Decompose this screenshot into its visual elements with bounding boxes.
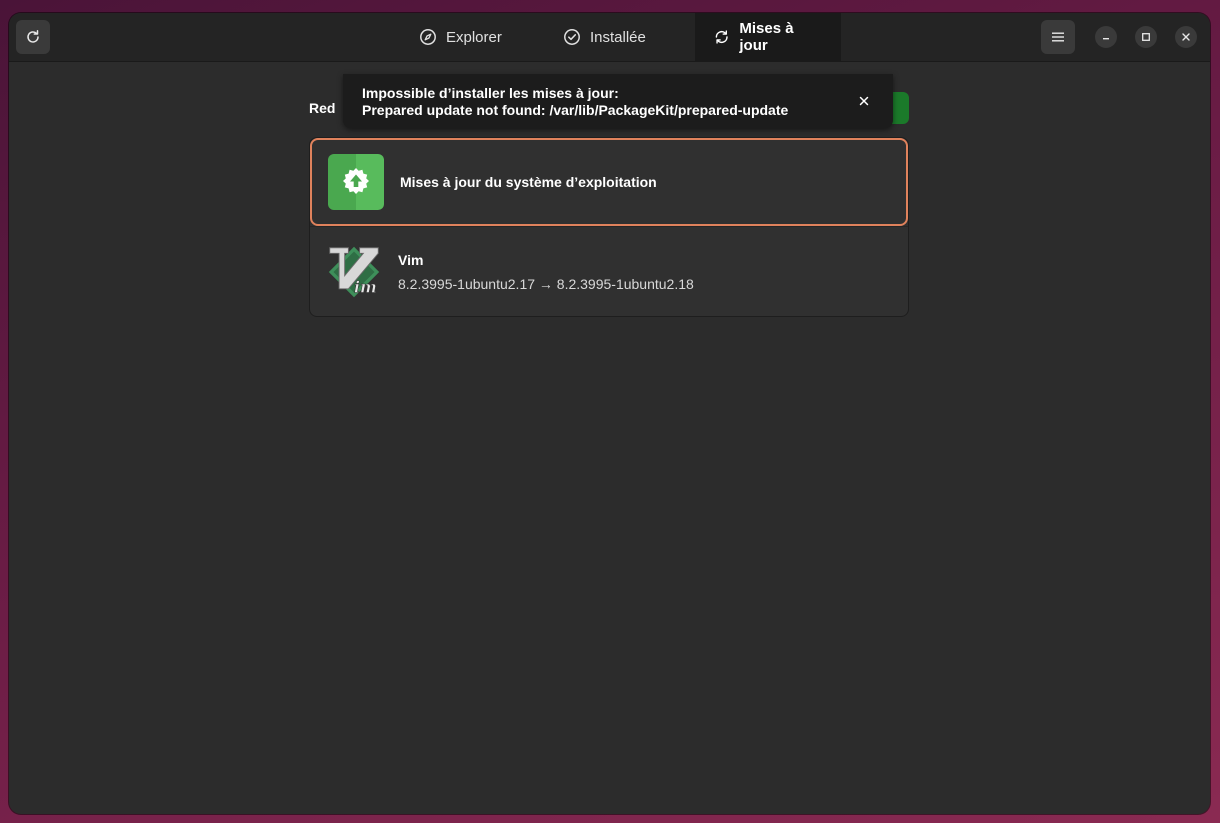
- refresh-button[interactable]: [16, 20, 50, 54]
- row-text: Vim 8.2.3995-1ubuntu2.17 → 8.2.3995-1ubu…: [398, 252, 694, 292]
- minimize-button[interactable]: [1095, 26, 1117, 48]
- main-menu-button[interactable]: [1041, 20, 1075, 54]
- item-title: Vim: [398, 251, 424, 268]
- list-item-vim[interactable]: im Vim 8.2.3995-1ubuntu2.17 → 8.2.3995-1…: [310, 226, 908, 316]
- os-update-icon: [328, 154, 384, 210]
- hamburger-menu-icon: [1052, 32, 1064, 42]
- maximize-icon: [1142, 33, 1150, 41]
- refresh-icon: [27, 30, 39, 43]
- item-title: Mises à jour du système d’exploitation: [400, 174, 657, 190]
- vim-icon: im: [326, 244, 382, 300]
- toast-line: Prepared update not found: /var/lib/Pack…: [362, 102, 789, 118]
- toast-message: Impossible d’installer les mises à jour:…: [362, 85, 788, 119]
- tab-installed[interactable]: Installée: [545, 13, 695, 61]
- minimize-icon: [1103, 38, 1109, 40]
- close-icon: [1182, 33, 1190, 41]
- list-item-os-updates[interactable]: Mises à jour du système d’exploitation: [310, 138, 908, 226]
- tab-label: Mises à jour: [739, 20, 794, 54]
- tab-explorer[interactable]: Explorer: [403, 13, 545, 61]
- row-text: Mises à jour du système d’exploitation: [400, 174, 657, 190]
- section-title: Red: [309, 100, 336, 116]
- software-window: Explorer Installée Mises à jour Red Mise…: [9, 13, 1210, 814]
- toast-line: Impossible d’installer les mises à jour:: [362, 85, 619, 101]
- svg-text:im: im: [354, 277, 377, 296]
- item-version: 8.2.3995-1ubuntu2.17 → 8.2.3995-1ubuntu2…: [398, 275, 694, 292]
- toast-close-button[interactable]: [854, 91, 874, 111]
- headerbar: Explorer Installée Mises à jour: [9, 13, 1210, 62]
- tab-label: Installée: [590, 28, 646, 46]
- view-switcher: Explorer Installée Mises à jour: [403, 13, 841, 61]
- refresh-icon: [715, 30, 728, 44]
- check-circle-icon: [564, 29, 580, 45]
- error-toast: Impossible d’installer les mises à jour:…: [343, 74, 893, 128]
- maximize-button[interactable]: [1135, 26, 1157, 48]
- updates-list: Mises à jour du système d’exploitation i…: [309, 137, 909, 317]
- compass-icon: [420, 29, 436, 45]
- close-window-button[interactable]: [1175, 26, 1197, 48]
- tab-label: Explorer: [446, 28, 502, 46]
- tab-updates[interactable]: Mises à jour: [695, 13, 841, 61]
- close-icon: [859, 96, 869, 106]
